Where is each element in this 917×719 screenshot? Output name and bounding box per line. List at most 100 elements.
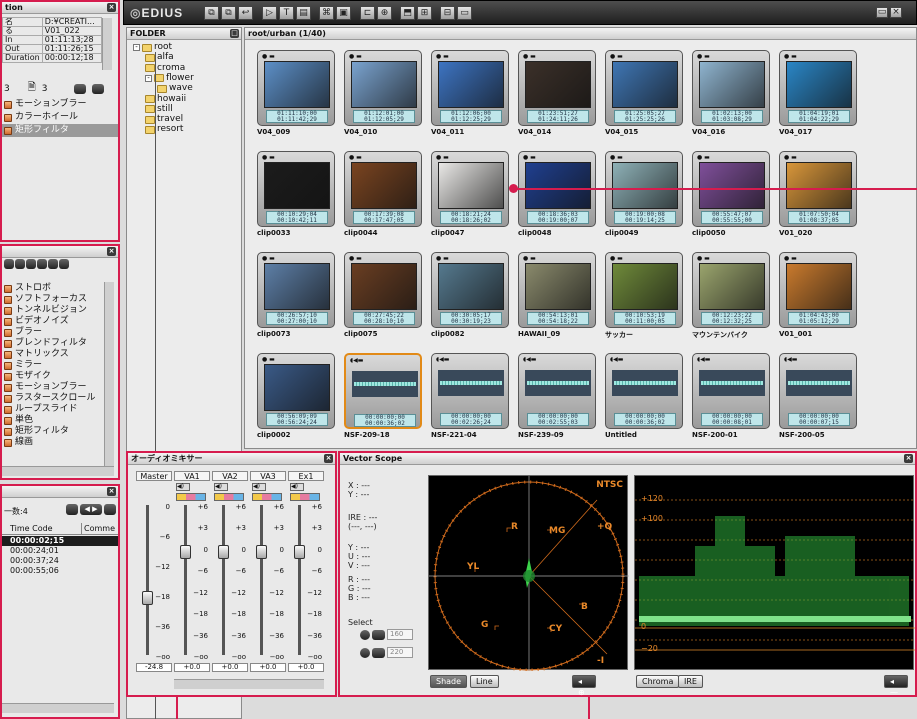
marker-col-comment[interactable]: Comme	[82, 523, 115, 534]
copy-icon[interactable]: ⧉	[221, 6, 236, 20]
clip-card[interactable]: ● ▬ 00:10:53;19 00:11:00;05	[605, 252, 683, 328]
undo-icon[interactable]: ↩	[238, 6, 253, 20]
effect-item[interactable]: 単色	[2, 415, 102, 426]
clip-item[interactable]: ● ▬ 01:04:19;01 01:04:22;29 V04_017	[779, 50, 857, 138]
split-icon[interactable]: ⊏	[360, 6, 375, 20]
marker-row[interactable]: 00:00:37;24	[2, 556, 118, 566]
marker-add-button[interactable]	[66, 504, 78, 515]
view-button-1[interactable]	[73, 83, 86, 94]
marker-delete-button[interactable]	[104, 504, 116, 515]
clip-card[interactable]: ◖◀▬ 00:00:00;00 00:00:07;15	[779, 353, 857, 429]
view-button-2[interactable]	[91, 83, 104, 94]
export-icon[interactable]: ⬒	[400, 6, 415, 20]
effect-item[interactable]: モザイク	[2, 371, 102, 382]
clip-card[interactable]: ● ▬ 01:11:10;00 01:11:42;29	[257, 50, 335, 126]
close-icon[interactable]: ×	[107, 247, 116, 256]
marker-hscrollbar[interactable]	[2, 703, 114, 713]
clip-item[interactable]: ● ▬ 00:56:09;09 00:56:24;24 clip0002	[257, 353, 335, 441]
chroma-button[interactable]: Chroma	[636, 675, 680, 688]
folder-item[interactable]: resort	[145, 124, 183, 135]
effects-hscrollbar[interactable]	[2, 466, 114, 476]
clip-card[interactable]: ● ▬ 01:12:01;00 01:12:05;29	[344, 50, 422, 126]
route-buttons[interactable]	[214, 493, 244, 501]
mute-button[interactable]: ◀)	[176, 483, 190, 491]
effect-item[interactable]: ループスライド	[2, 404, 102, 415]
play-icon[interactable]: ▷	[262, 6, 277, 20]
effects-tool-3[interactable]	[26, 259, 36, 269]
effects-tool-2[interactable]	[15, 259, 25, 269]
waveform-mode-button[interactable]: ◂ ⁓	[884, 675, 908, 697]
mixer-hscrollbar[interactable]	[174, 679, 324, 689]
close-icon[interactable]: ×	[904, 454, 913, 463]
view-mode-icon[interactable]: ▭	[876, 7, 888, 18]
fader-knob[interactable]	[180, 544, 191, 559]
clip-card[interactable]: ◖◀▬ 00:00:00;00 00:02:26;24	[431, 353, 509, 429]
clip-item[interactable]: ● ▬ 01:11:10;00 01:11:42;29 V04_009	[257, 50, 335, 138]
effects-tool-5[interactable]	[48, 259, 58, 269]
title-icon[interactable]: T	[279, 6, 294, 20]
clip-item[interactable]: ● ▬ 00:19:00;08 00:19:14;25 clip0049	[605, 151, 683, 239]
applied-effect-item[interactable]: カラーホイール	[2, 111, 118, 124]
shade-button[interactable]: Shade	[430, 675, 468, 688]
collapse-icon[interactable]: □	[230, 29, 239, 38]
route-buttons[interactable]	[176, 493, 206, 501]
effect-item[interactable]: ブレンドフィルタ	[2, 338, 102, 349]
info-scrollbar[interactable]	[102, 18, 112, 70]
clip-card[interactable]: ● ▬ 01:23:51;27 01:24:11;26	[518, 50, 596, 126]
mute-button[interactable]: ◀)	[290, 483, 304, 491]
mute-button[interactable]: ◀)	[214, 483, 228, 491]
clip-item[interactable]: ● ▬ 00:26:57;10 00:27:00;10 clip0073	[257, 252, 335, 340]
select-toggle-2[interactable]	[372, 629, 385, 640]
clip-card[interactable]: ● ▬ 00:56:09;09 00:56:24;24	[257, 353, 335, 429]
effect-item[interactable]: ブラー	[2, 327, 102, 338]
effects-tool-1[interactable]	[4, 259, 14, 269]
mute-button[interactable]: ◀)	[252, 483, 266, 491]
clip-item[interactable]: ● ▬ 00:18:21;24 00:18:26;02 clip0047	[431, 151, 509, 239]
ire-button[interactable]: IRE	[678, 675, 703, 688]
clip-card[interactable]: ● ▬ 01:12:06;00 01:12:25;29	[431, 50, 509, 126]
effect-item[interactable]: 線画	[2, 437, 102, 448]
clip-item[interactable]: ● ▬ 01:23:51;27 01:24:11;26 V04_014	[518, 50, 596, 138]
clip-card[interactable]: ● ▬ 00:27:45;22 00:28:10;10	[344, 252, 422, 328]
marker-row[interactable]: 00:00:55;06	[2, 566, 118, 576]
clip-card[interactable]: ● ▬ 00:17:39;08 00:17:47;05	[344, 151, 422, 227]
thumbnail-icon[interactable]: ⊟	[440, 6, 455, 20]
close-icon[interactable]: ×	[107, 487, 116, 496]
effects-tool-6[interactable]	[59, 259, 69, 269]
clip-card[interactable]: ● ▬ 00:30:05;17 00:30:19;23	[431, 252, 509, 328]
clip-item[interactable]: ● ▬ 01:02:13;00 01:03:08;29 V04_016	[692, 50, 770, 138]
clip-item[interactable]: ● ▬ 00:54:13;01 00:54:18;22 HAWAII_09	[518, 252, 596, 340]
vector-zoom-button[interactable]: ◂ ⊕	[572, 675, 596, 697]
effect-item[interactable]: マトリックス	[2, 349, 102, 360]
effects-scrollbar[interactable]	[104, 282, 114, 466]
expand-icon[interactable]: -	[133, 44, 140, 51]
clip-item[interactable]: ● ▬ 00:10:53;19 00:11:00;05 サッカー	[605, 252, 683, 340]
clip-card[interactable]: ● ▬ 00:12:23;22 00:12:32;25	[692, 252, 770, 328]
clip-item[interactable]: ● ▬ 00:55:47;07 00:55:55;00 clip0050	[692, 151, 770, 239]
select-toggle-3[interactable]	[360, 647, 370, 658]
clip-item[interactable]: ● ▬ 00:17:39;08 00:17:47;05 clip0044	[344, 151, 422, 239]
clip-item[interactable]: ● ▬ 01:04:43;00 01:05:12;29 V01_001	[779, 252, 857, 340]
fader-knob[interactable]	[294, 544, 305, 559]
effect-item[interactable]: ミラー	[2, 360, 102, 371]
clip-item[interactable]: ● ▬ 00:27:45;22 00:28:10;10 clip0075	[344, 252, 422, 340]
marker-col-timecode[interactable]: Time Code	[2, 523, 82, 534]
grid-icon[interactable]: ⊞	[417, 6, 432, 20]
effect-item[interactable]: ソフトフォーカス	[2, 294, 102, 305]
select-toggle-1[interactable]	[360, 629, 370, 640]
clip-item[interactable]: ● ▬ 00:10:29;04 00:10:42;11 clip0033	[257, 151, 335, 239]
marker-prev-next-button[interactable]: ◀ ▶	[80, 504, 102, 515]
select-value-2[interactable]: 220	[387, 647, 413, 658]
clip-card[interactable]: ◖◀▬ 00:00:00;00 00:00:36;02	[605, 353, 683, 429]
clip-item[interactable]: ◖◀▬ 00:00:00;00 00:02:26;24 NSF-221-04	[431, 353, 509, 441]
clip-item[interactable]: ◖◀▬ 00:00:00;00 00:02:55;03 NSF-239-09	[518, 353, 596, 441]
clip-item[interactable]: ● ▬ 01:25:05;27 01:25:25;26 V04_015	[605, 50, 683, 138]
fader-knob[interactable]	[256, 544, 267, 559]
clip-item[interactable]: ● ▬ 01:07:50;04 01:08:37;05 V01_020	[779, 151, 857, 239]
fader-knob[interactable]	[218, 544, 229, 559]
select-toggle-4[interactable]	[372, 647, 385, 658]
add-icon[interactable]: ⊕	[377, 6, 392, 20]
clip-item[interactable]: ◖◀▬ 00:00:00;00 00:00:36;02 Untitled	[605, 353, 683, 441]
effect-item[interactable]: トンネルビジョン	[2, 305, 102, 316]
close-icon[interactable]: ×	[107, 3, 116, 12]
